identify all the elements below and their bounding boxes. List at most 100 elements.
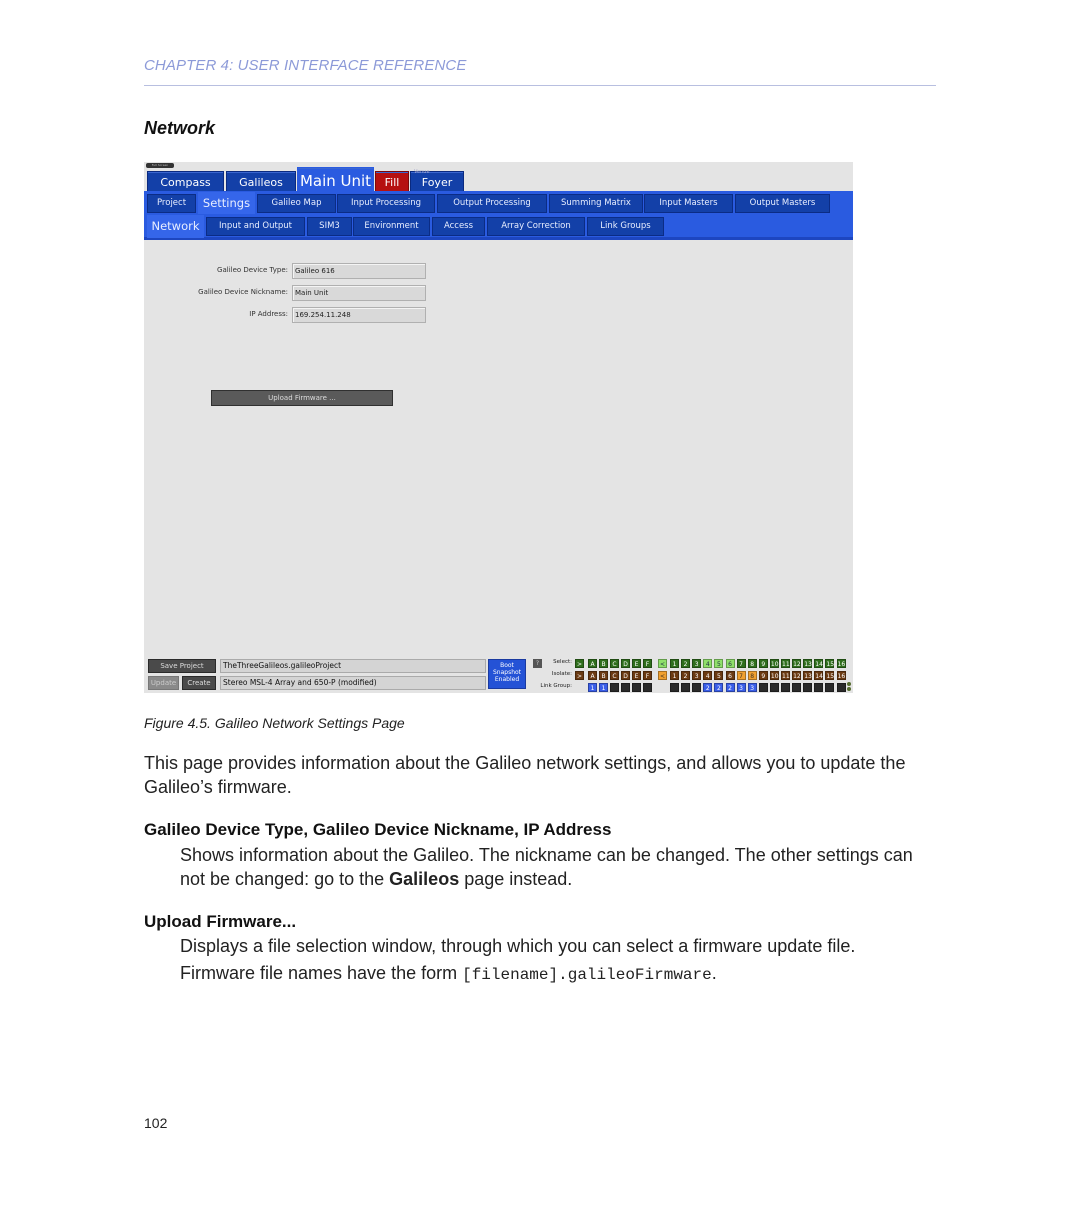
tab-output-processing[interactable]: Output Processing (437, 194, 547, 213)
tab-input-and-output[interactable]: Input and Output (206, 217, 305, 236)
tab-project[interactable]: Project (147, 194, 196, 213)
isolate-inputs-arrow[interactable]: < (658, 671, 667, 680)
isolate-output-C[interactable]: C (610, 671, 619, 680)
select-input-12[interactable]: 12 (792, 659, 802, 668)
link-group-input-2[interactable] (681, 683, 691, 692)
save-project-button[interactable]: Save Project (148, 659, 216, 673)
isolate-output-F[interactable]: F (643, 671, 652, 680)
isolate-input-8[interactable]: 8 (747, 671, 757, 680)
scroll-arrows[interactable] (847, 682, 851, 692)
link-group-output-C[interactable] (610, 683, 619, 692)
boot-snapshot-button[interactable]: Boot Snapshot Enabled (488, 659, 526, 689)
isolate-input-13[interactable]: 13 (803, 671, 813, 680)
select-input-16[interactable]: 16 (836, 659, 846, 668)
tab-foyer-label: Foyer (421, 176, 453, 189)
tab-settings[interactable]: Settings (198, 192, 255, 215)
definition-term-device: Galileo Device Type, Galileo Device Nick… (144, 820, 612, 839)
isolate-input-11[interactable]: 11 (781, 671, 790, 680)
select-output-E[interactable]: E (632, 659, 641, 668)
create-button[interactable]: Create (182, 676, 216, 690)
select-input-13[interactable]: 13 (803, 659, 813, 668)
isolate-label: Isolate: (551, 671, 572, 677)
select-outputs-arrow[interactable]: > (575, 659, 584, 668)
select-input-6[interactable]: 6 (725, 659, 735, 668)
link-group-input-7[interactable]: 3 (736, 683, 746, 692)
isolate-input-9[interactable]: 9 (758, 671, 768, 680)
select-input-4[interactable]: 4 (703, 659, 713, 668)
link-group-output-A[interactable]: 1 (588, 683, 597, 692)
link-group-label: Link Group: (540, 683, 572, 689)
link-group-input-6[interactable]: 2 (725, 683, 735, 692)
isolate-outputs-arrow[interactable]: > (575, 671, 584, 680)
isolate-input-2[interactable]: 2 (681, 671, 691, 680)
isolate-input-4[interactable]: 4 (703, 671, 713, 680)
select-input-14[interactable]: 14 (814, 659, 824, 668)
link-group-input-14[interactable] (814, 683, 824, 692)
tab-network[interactable]: Network (147, 215, 204, 238)
link-group-output-B[interactable]: 1 (599, 683, 608, 692)
link-group-input-16[interactable] (836, 683, 846, 692)
isolate-input-10[interactable]: 10 (769, 671, 779, 680)
tab-environment[interactable]: Environment (353, 217, 430, 236)
isolate-input-6[interactable]: 6 (725, 671, 735, 680)
link-group-input-1[interactable] (670, 683, 679, 692)
tab-array-correction[interactable]: Array Correction (487, 217, 585, 236)
definition-text-upload: Displays a file selection window, throug… (180, 934, 940, 987)
tab-galileo-map[interactable]: Galileo Map (257, 194, 336, 213)
update-button[interactable]: Update (148, 676, 179, 690)
device-nickname-field[interactable]: Main Unit (292, 285, 426, 301)
link-group-output-F[interactable] (643, 683, 652, 692)
isolate-input-16[interactable]: 16 (836, 671, 846, 680)
isolate-input-15[interactable]: 15 (825, 671, 835, 680)
link-group-input-3[interactable] (692, 683, 702, 692)
select-input-2[interactable]: 2 (681, 659, 691, 668)
snapshot-name-field: Stereo MSL-4 Array and 650-P (modified) (220, 676, 486, 690)
link-group-input-9[interactable] (758, 683, 768, 692)
select-input-10[interactable]: 10 (769, 659, 779, 668)
select-input-5[interactable]: 5 (714, 659, 724, 668)
tab-summing-matrix[interactable]: Summing Matrix (549, 194, 643, 213)
isolate-input-1[interactable]: 1 (670, 671, 679, 680)
select-input-7[interactable]: 7 (736, 659, 746, 668)
tab-access[interactable]: Access (432, 217, 485, 236)
select-output-D[interactable]: D (621, 659, 630, 668)
link-group-input-11[interactable] (781, 683, 790, 692)
select-output-F[interactable]: F (643, 659, 652, 668)
upload-line-2-text: Firmware file names have the form (180, 963, 463, 983)
isolate-input-14[interactable]: 14 (814, 671, 824, 680)
tab-link-groups[interactable]: Link Groups (587, 217, 664, 236)
tab-output-masters[interactable]: Output Masters (735, 194, 830, 213)
select-output-A[interactable]: A (588, 659, 597, 668)
isolate-output-B[interactable]: B (599, 671, 608, 680)
tab-input-processing[interactable]: Input Processing (337, 194, 435, 213)
select-input-1[interactable]: 1 (670, 659, 679, 668)
upload-firmware-button[interactable]: Upload Firmware ... (211, 390, 393, 406)
select-input-15[interactable]: 15 (825, 659, 835, 668)
select-input-3[interactable]: 3 (692, 659, 702, 668)
tab-sim3[interactable]: SIM3 (307, 217, 352, 236)
link-group-input-13[interactable] (803, 683, 813, 692)
link-group-output-D[interactable] (621, 683, 630, 692)
link-group-output-E[interactable] (632, 683, 641, 692)
isolate-input-5[interactable]: 5 (714, 671, 724, 680)
link-group-input-15[interactable] (825, 683, 835, 692)
isolate-output-D[interactable]: D (621, 671, 630, 680)
link-group-input-12[interactable] (792, 683, 802, 692)
link-group-input-8[interactable]: 3 (747, 683, 757, 692)
isolate-input-12[interactable]: 12 (792, 671, 802, 680)
link-group-input-5[interactable]: 2 (714, 683, 724, 692)
select-inputs-arrow[interactable]: < (658, 659, 667, 668)
link-group-input-4[interactable]: 2 (703, 683, 713, 692)
link-group-input-10[interactable] (769, 683, 779, 692)
isolate-output-E[interactable]: E (632, 671, 641, 680)
select-output-C[interactable]: C (610, 659, 619, 668)
select-input-9[interactable]: 9 (758, 659, 768, 668)
select-input-8[interactable]: 8 (747, 659, 757, 668)
tab-input-masters[interactable]: Input Masters (644, 194, 733, 213)
select-input-11[interactable]: 11 (781, 659, 790, 668)
isolate-input-7[interactable]: 7 (736, 671, 746, 680)
isolate-input-3[interactable]: 3 (692, 671, 702, 680)
upload-line-2-end: . (711, 963, 717, 983)
isolate-output-A[interactable]: A (588, 671, 597, 680)
select-output-B[interactable]: B (599, 659, 608, 668)
